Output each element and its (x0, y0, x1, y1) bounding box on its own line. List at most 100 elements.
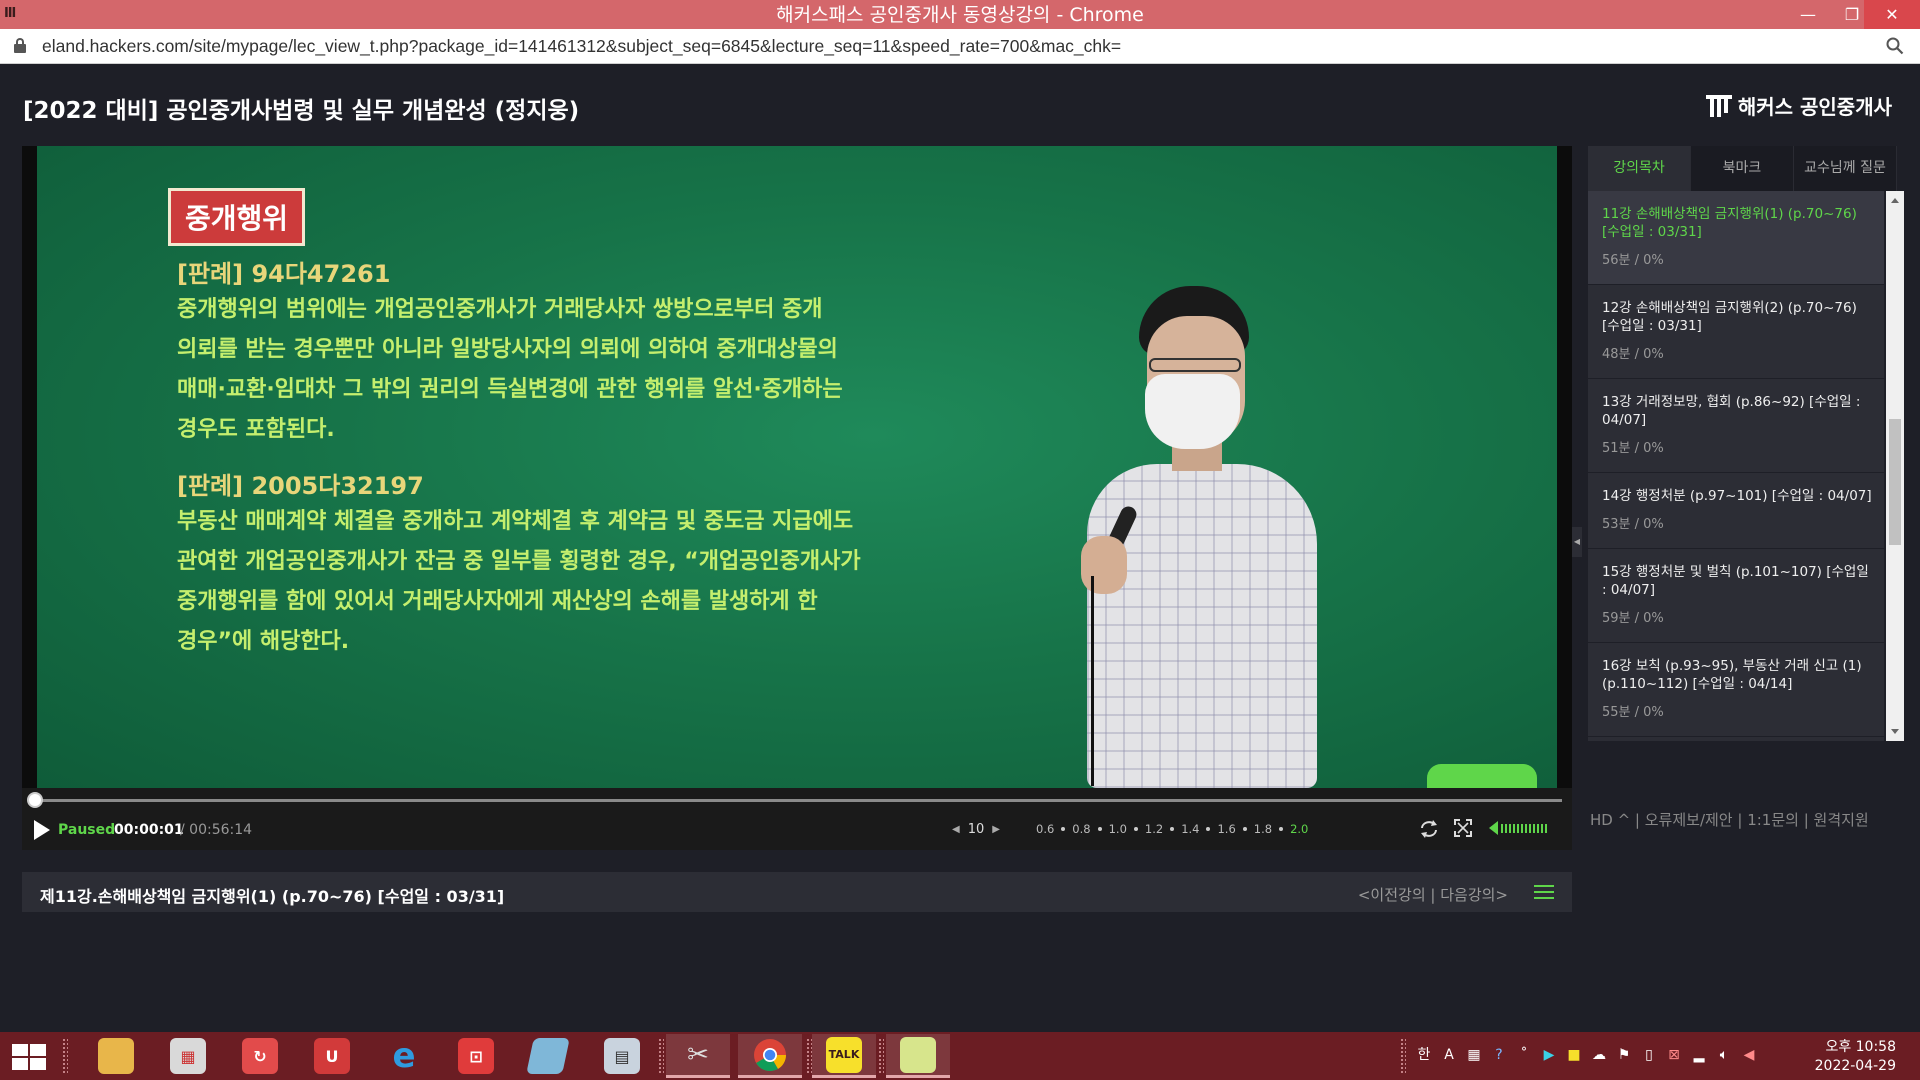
speed-option[interactable]: 2.0 (1290, 822, 1308, 836)
play-tray-icon[interactable]: ▶ (1540, 1046, 1558, 1064)
speed-option[interactable]: 1.4 (1181, 822, 1199, 836)
speed-option[interactable]: 1.2 (1145, 822, 1163, 836)
taskbar-chrome[interactable] (738, 1034, 802, 1078)
volume-level-bar[interactable] (1525, 823, 1527, 833)
support-links[interactable]: HD ^ | 오류제보/제안 | 1:1문의 | 원격지원 (1590, 809, 1869, 830)
volume-control[interactable] (1489, 821, 1547, 835)
lecture-list: 11강 손해배상책임 금지행위(1) (p.70~76) [수업일 : 03/3… (1588, 191, 1884, 741)
volume-level-bar[interactable] (1541, 823, 1543, 833)
seek-knob[interactable] (27, 792, 44, 808)
taskbar-kakaotalk[interactable]: TALK (812, 1034, 876, 1078)
system-clock[interactable]: 오후 10:58 2022-04-29 (1815, 1038, 1896, 1076)
lecture-list-item[interactable]: 11강 손해배상책임 금지행위(1) (p.70~76) [수업일 : 03/3… (1588, 191, 1884, 285)
lecture-item-title: 11강 손해배상책임 금지행위(1) (p.70~76) [수업일 : 03/3… (1602, 206, 1857, 240)
speed-dot[interactable] (1170, 827, 1175, 831)
skip-forward-icon[interactable]: ▶ (992, 824, 1000, 835)
speed-dot[interactable] (1097, 827, 1102, 831)
speed-option[interactable]: 0.8 (1072, 822, 1090, 836)
speaker-icon[interactable] (1489, 821, 1498, 835)
close-button[interactable]: ✕ (1864, 0, 1920, 29)
zoom-icon[interactable] (1886, 37, 1904, 55)
lock-icon[interactable] (14, 38, 26, 54)
system-tray: 한 A ▦ ? ˚ ▶ ■ ☁ ⚑ ▯ ⊠ ▂ 🔈︎ ◀ (1415, 1046, 1758, 1064)
speed-dot[interactable] (1061, 827, 1066, 831)
taskbar-sticky-notes[interactable] (886, 1034, 950, 1078)
minimize-button[interactable]: — (1786, 0, 1830, 29)
skip-back-icon[interactable]: ◀ (952, 824, 960, 835)
cloud-tray-icon[interactable]: ☁ (1590, 1046, 1608, 1064)
volume-level-bar[interactable] (1517, 823, 1519, 833)
chat-tray-icon[interactable]: ■ (1565, 1046, 1583, 1064)
settings-small-icon[interactable]: ˚ (1515, 1046, 1533, 1064)
seek-bar[interactable] (32, 799, 1562, 802)
playback-status: Paused (58, 822, 116, 838)
volume-level-bar[interactable] (1501, 823, 1503, 833)
lecture-list-item[interactable]: 13강 거래정보망, 협회 (p.86~92) [수업일 : 04/07] 51분… (1588, 379, 1884, 473)
sidebar-scrollbar[interactable] (1886, 191, 1904, 741)
speed-option[interactable]: 1.8 (1254, 822, 1272, 836)
taskbar-app-3[interactable]: ↻ (228, 1034, 292, 1078)
lecture-nav-links[interactable]: <이전강의 | 다음강의> (1358, 884, 1508, 905)
lecture-item-meta: 59분 / 0% (1602, 611, 1664, 626)
speed-option[interactable]: 0.6 (1036, 822, 1054, 836)
volume-level-bar[interactable] (1509, 823, 1511, 833)
security-tray-icon[interactable]: ⊠ (1665, 1046, 1683, 1064)
app-icon-6: ⊡ (458, 1038, 494, 1074)
font-a-icon[interactable]: A (1440, 1046, 1458, 1064)
case-text-2: 부동산 매매계약 체결을 중개하고 계약체결 후 계약금 및 중도금 지급에도 관… (177, 502, 861, 662)
lecture-list-item[interactable]: 12강 손해배상책임 금지행위(2) (p.70~76) [수업일 : 03/3… (1588, 285, 1884, 379)
speaker-mute-icon[interactable]: ◀ (1740, 1046, 1758, 1064)
tab-lecture-list[interactable]: 강의목차 (1588, 146, 1691, 191)
volume-level-bar[interactable] (1545, 823, 1547, 833)
taskbar-app-6[interactable]: ⊡ (444, 1034, 508, 1078)
ime-indicator[interactable]: 한 (1415, 1046, 1433, 1064)
volume-level-bar[interactable] (1505, 823, 1507, 833)
flag-icon[interactable]: ⚑ (1615, 1046, 1633, 1064)
taskbar-app-4[interactable]: U (300, 1034, 364, 1078)
speed-option[interactable]: 1.6 (1217, 822, 1235, 836)
taskbar-snipping-tool[interactable]: ✂ (666, 1034, 730, 1078)
taskbar-calculator[interactable]: ▤ (590, 1034, 654, 1078)
scroll-down-icon[interactable] (1891, 729, 1899, 734)
volume-level-bar[interactable] (1537, 823, 1539, 833)
clock-date: 2022-04-29 (1814, 1058, 1896, 1074)
calculator-icon: ▤ (604, 1038, 640, 1074)
sidebar-collapse-handle[interactable]: ◀ (1572, 527, 1582, 557)
scroll-up-icon[interactable] (1891, 198, 1899, 203)
windows-start-icon[interactable] (12, 1044, 46, 1070)
speed-dot[interactable] (1206, 827, 1211, 831)
speed-option[interactable]: 1.0 (1109, 822, 1127, 836)
speed-dot[interactable] (1242, 827, 1247, 831)
case2-line: 관여한 개업공인중개사가 잔금 중 일부를 횡령한 경우, “개업공인중개사가 (177, 549, 861, 574)
keyboard-icon[interactable]: ▦ (1465, 1046, 1483, 1064)
lecture-list-item[interactable]: 16강 보칙 (p.93~95), 부동산 거래 신고 (1) (p.110~1… (1588, 643, 1884, 737)
repeat-icon[interactable] (1418, 819, 1440, 839)
volume-level-bar[interactable] (1533, 823, 1535, 833)
fullscreen-icon[interactable] (1454, 819, 1472, 837)
scissors-icon: ✂ (687, 1039, 709, 1070)
menu-icon[interactable] (1534, 885, 1554, 899)
speed-dot[interactable] (1133, 827, 1138, 831)
volume-level-bar[interactable] (1521, 823, 1523, 833)
total-time: / 00:56:14 (180, 822, 253, 838)
tab-bookmark[interactable]: 북마크 (1691, 146, 1794, 191)
network-icon[interactable]: ▂ (1690, 1046, 1708, 1064)
help-icon[interactable]: ? (1490, 1046, 1508, 1064)
taskbar-app-7[interactable] (516, 1034, 580, 1078)
play-button[interactable] (34, 820, 50, 840)
taskbar-file-explorer[interactable] (84, 1034, 148, 1078)
speed-dot[interactable] (1279, 827, 1284, 831)
taskbar-internet-explorer[interactable]: e (372, 1034, 436, 1078)
url-text[interactable]: eland.hackers.com/site/mypage/lec_view_t… (42, 36, 1121, 57)
tab-ask-professor[interactable]: 교수님께 질문 (1794, 146, 1897, 191)
volume-level-bar[interactable] (1529, 823, 1531, 833)
volume-tray-icon[interactable]: 🔈︎ (1715, 1046, 1733, 1064)
video-player[interactable]: 중개행위 [판례] 94다47261 중개행위의 범위에는 개업공인중개사가 거… (22, 146, 1572, 788)
battery-icon[interactable]: ▯ (1640, 1046, 1658, 1064)
volume-level-bar[interactable] (1513, 823, 1515, 833)
app-icon-7 (526, 1038, 570, 1074)
lecture-list-item[interactable]: 14강 행정처분 (p.97~101) [수업일 : 04/07] 53분 / 0… (1588, 473, 1884, 549)
taskbar-app-2[interactable]: ▦ (156, 1034, 220, 1078)
scroll-thumb[interactable] (1889, 419, 1901, 545)
lecture-list-item[interactable]: 15강 행정처분 및 벌칙 (p.101~107) [수업일 : 04/07] 5… (1588, 549, 1884, 643)
